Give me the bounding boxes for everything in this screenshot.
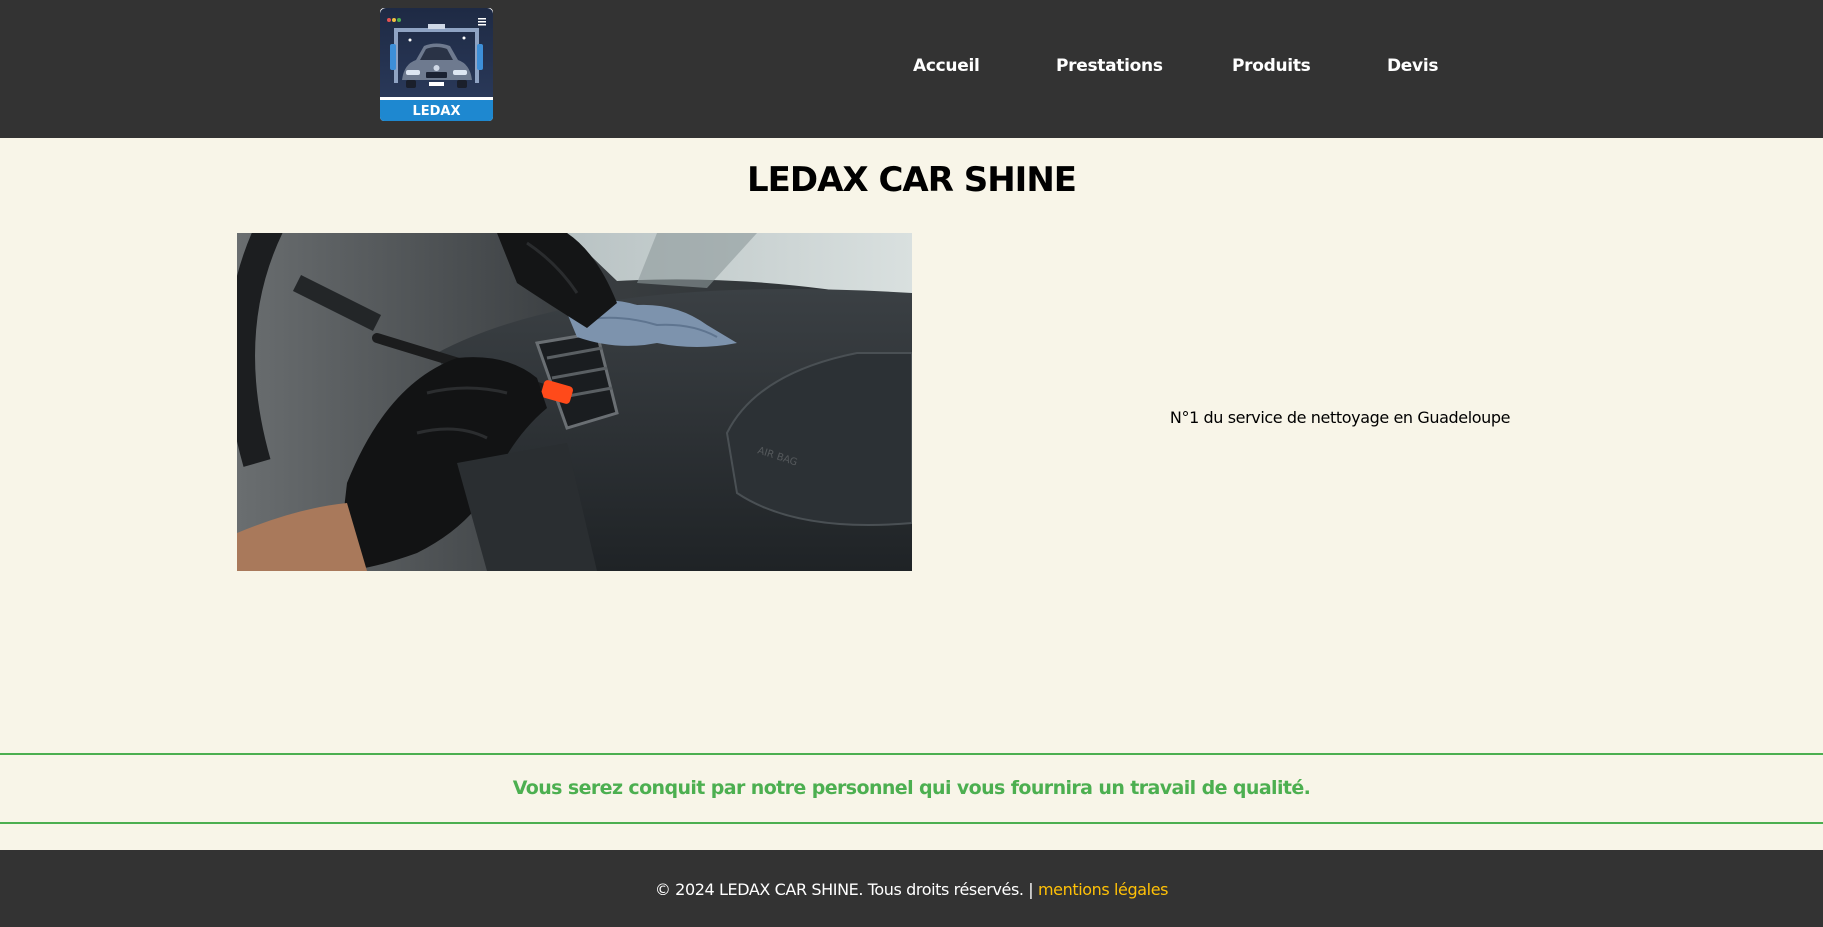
- hero-image-car-interior-cleaning: AIR BAG: [237, 233, 912, 571]
- car-dashboard-photo: AIR BAG: [237, 233, 912, 571]
- copyright-text: © 2024 LEDAX CAR SHINE. Tous droits rése…: [654, 880, 1034, 899]
- nav-link-devis[interactable]: Devis: [1387, 56, 1438, 76]
- site-header: LEDAX Accueil Prestations Produits Devis: [0, 0, 1823, 138]
- site-footer: © 2024 LEDAX CAR SHINE. Tous droits rése…: [0, 850, 1823, 927]
- nav-link-produits[interactable]: Produits: [1232, 56, 1311, 76]
- nav-link-accueil[interactable]: Accueil: [913, 56, 980, 76]
- quality-message: Vous serez conquit par notre personnel q…: [512, 777, 1311, 799]
- footer-text: © 2024 LEDAX CAR SHINE. Tous droits rése…: [0, 880, 1823, 899]
- svg-text:LEDAX: LEDAX: [412, 104, 460, 119]
- page-title: LEDAX CAR SHINE: [746, 160, 1077, 200]
- tagline: N°1 du service de nettoyage en Guadeloup…: [1169, 408, 1511, 427]
- nav-link-prestations[interactable]: Prestations: [1056, 56, 1163, 76]
- quality-banner: Vous serez conquit par notre personnel q…: [0, 753, 1823, 824]
- main-nav: Accueil Prestations Produits Devis: [0, 56, 1823, 80]
- legal-notice-link[interactable]: mentions légales: [1038, 880, 1169, 899]
